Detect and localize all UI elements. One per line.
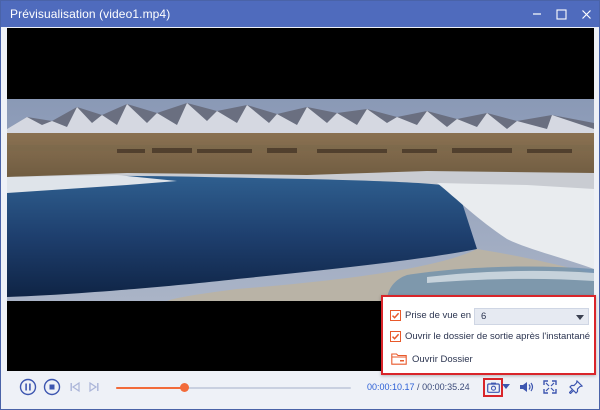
total-time: 00:00:35.24 bbox=[422, 382, 470, 392]
pin-button[interactable] bbox=[566, 377, 586, 397]
pause-button[interactable] bbox=[18, 377, 38, 397]
expand-icon bbox=[543, 380, 557, 394]
time-separator: / bbox=[414, 382, 423, 392]
progress-bar[interactable] bbox=[116, 383, 351, 392]
stop-button[interactable] bbox=[42, 377, 62, 397]
progress-fill bbox=[116, 387, 185, 389]
fullscreen-button[interactable] bbox=[540, 377, 560, 397]
speaker-icon bbox=[520, 382, 534, 392]
title-bar: Prévisualisation (video1.mp4) bbox=[1, 1, 599, 27]
snapshot-count-select[interactable]: 6 bbox=[474, 308, 589, 325]
maximize-icon[interactable] bbox=[551, 4, 571, 24]
camera-icon bbox=[486, 382, 500, 393]
progress-handle[interactable] bbox=[180, 383, 190, 392]
open-output-label: Ouvrir le dossier de sortie après l'inst… bbox=[405, 331, 591, 342]
stop-icon bbox=[43, 378, 61, 396]
caret-down-icon bbox=[502, 384, 510, 389]
dropdown-arrow-icon bbox=[576, 315, 584, 320]
skip-back-icon bbox=[70, 381, 80, 393]
preview-window: Prévisualisation (video1.mp4) 00:00:10.1… bbox=[0, 0, 600, 410]
snapshot-count-value: 6 bbox=[481, 311, 487, 322]
previous-frame-button[interactable] bbox=[65, 377, 85, 397]
checkmark-icon bbox=[391, 333, 400, 340]
continuous-checkbox[interactable] bbox=[390, 310, 401, 321]
window-title: Prévisualisation (video1.mp4) bbox=[10, 7, 171, 21]
pin-icon bbox=[569, 380, 583, 394]
open-output-checkbox[interactable] bbox=[390, 331, 401, 342]
video-frame bbox=[7, 99, 594, 301]
next-frame-button[interactable] bbox=[84, 377, 104, 397]
current-time: 00:00:10.17 bbox=[367, 382, 415, 392]
folder-icon[interactable] bbox=[391, 352, 407, 365]
player-controls: 00:00:10.17 / 00:00:35.24 bbox=[1, 371, 599, 409]
snapshot-options-menu: Prise de vue en continu 6 Ouvrir le doss… bbox=[381, 295, 596, 375]
time-display: 00:00:10.17 / 00:00:35.24 bbox=[367, 382, 470, 392]
open-folder-button[interactable]: Ouvrir Dossier bbox=[412, 354, 473, 365]
minimize-icon[interactable] bbox=[527, 4, 547, 24]
snapshot-options-button[interactable] bbox=[501, 377, 511, 397]
close-icon[interactable] bbox=[576, 4, 596, 24]
skip-forward-icon bbox=[89, 381, 99, 393]
checkmark-icon bbox=[391, 312, 400, 319]
pause-icon bbox=[19, 378, 37, 396]
snapshot-button[interactable] bbox=[485, 379, 501, 395]
volume-button[interactable] bbox=[517, 377, 537, 397]
